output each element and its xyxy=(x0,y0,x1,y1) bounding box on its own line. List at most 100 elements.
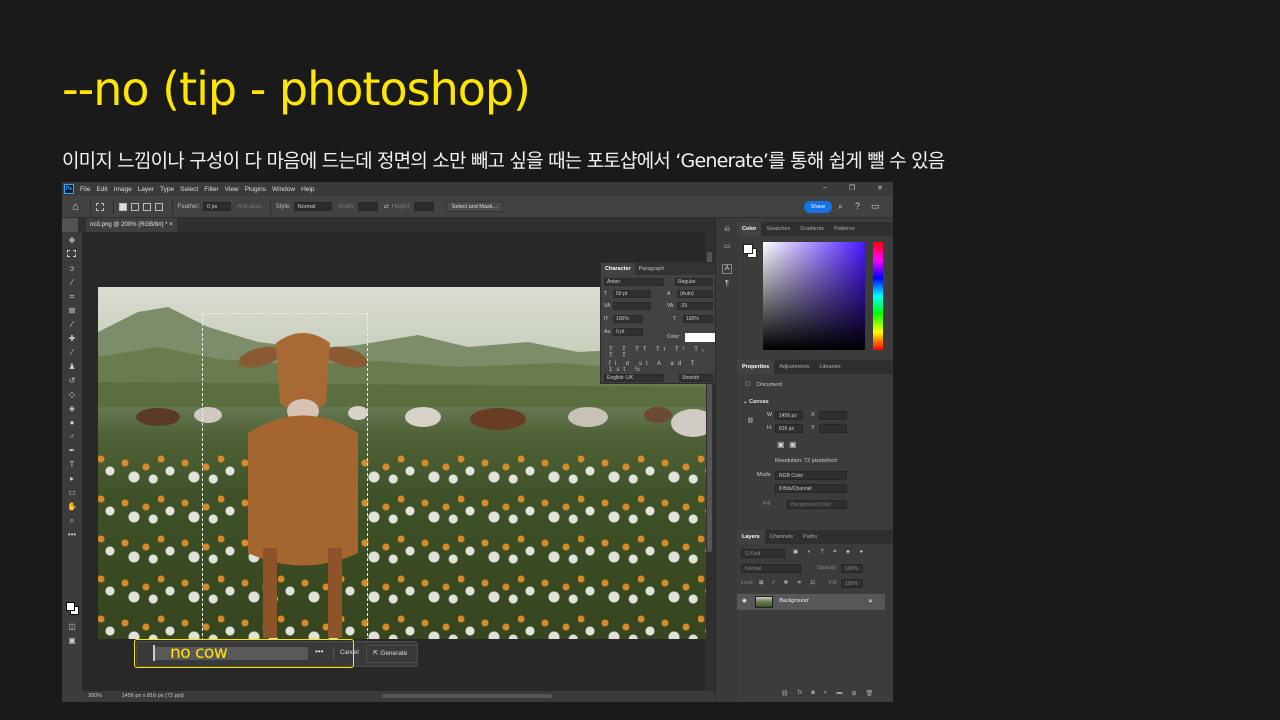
horizontal-scale-input[interactable]: 100% xyxy=(683,315,713,323)
subtract-selection-icon[interactable] xyxy=(142,202,151,211)
paint-bucket-tool-icon[interactable]: ◈ xyxy=(67,404,77,413)
tracking-input[interactable]: -25 xyxy=(677,302,713,310)
menu-help[interactable]: Help xyxy=(301,186,314,193)
vertical-scale-input[interactable]: 100% xyxy=(613,315,643,323)
foreground-color-swatch[interactable] xyxy=(66,602,75,611)
menu-filter[interactable]: Filter xyxy=(204,186,218,193)
move-tool-icon[interactable]: ✥ xyxy=(67,236,77,245)
dodge-tool-icon[interactable]: ♂ xyxy=(67,432,77,441)
history-brush-tool-icon[interactable]: ↺ xyxy=(67,376,77,385)
crop-tool-icon[interactable]: ⌗ xyxy=(67,292,77,301)
tab-layers[interactable]: Layers xyxy=(737,530,765,544)
opentype-buttons[interactable]: fi σ st A ad T 1st ½ xyxy=(609,361,715,373)
tab-color[interactable]: Color xyxy=(737,222,762,236)
share-button[interactable]: Share xyxy=(804,201,832,213)
tab-libraries[interactable]: Libraries xyxy=(814,360,845,374)
quick-mask-icon[interactable]: ◫ xyxy=(67,622,77,631)
zoom-level[interactable]: 200% xyxy=(88,693,102,699)
comments-icon[interactable]: ▭ xyxy=(722,242,732,252)
layer-filter-select[interactable]: Q Kind xyxy=(741,549,785,558)
marquee-tool-icon[interactable] xyxy=(67,250,76,257)
home-icon[interactable]: ⌂ xyxy=(72,201,79,213)
menu-window[interactable]: Window xyxy=(272,186,295,193)
lasso-tool-icon[interactable]: ↄ xyxy=(67,264,77,273)
tab-gradients[interactable]: Gradients xyxy=(795,222,829,236)
menu-type[interactable]: Type xyxy=(160,186,174,193)
canvas-height-input[interactable]: 816 px xyxy=(775,424,803,433)
add-selection-icon[interactable] xyxy=(130,202,139,211)
leading-input[interactable]: (Auto) xyxy=(677,290,713,298)
style-select[interactable]: Normal xyxy=(293,202,332,211)
tab-channels[interactable]: Channels xyxy=(765,530,798,544)
layer-row[interactable]: ◉ Background 🔒︎ xyxy=(737,594,885,610)
link-icon[interactable]: ⛓ xyxy=(747,418,754,424)
type-tool-icon[interactable]: T xyxy=(67,460,77,469)
menu-layer[interactable]: Layer xyxy=(138,186,154,193)
menu-plugins[interactable]: Plugins xyxy=(245,186,266,193)
tab-document[interactable]: no3.png @ 200% (RGB/8#) * × xyxy=(86,218,177,232)
blend-mode-select[interactable]: Normal xyxy=(741,564,801,573)
type-style-buttons[interactable]: T T TT Tr T¹ T₁ T T xyxy=(609,347,715,359)
add-mask-icon[interactable]: ◙ xyxy=(811,690,815,697)
swap-icon[interactable]: ⇄ xyxy=(384,203,389,210)
menu-select[interactable]: Select xyxy=(180,186,198,193)
color-picker-field[interactable] xyxy=(763,242,865,350)
canvas-x-input[interactable] xyxy=(819,411,847,420)
select-and-mask-button[interactable]: Select and Mask... xyxy=(445,201,504,212)
adjustment-layer-icon[interactable]: ◐ xyxy=(824,690,828,697)
canvas-y-input[interactable] xyxy=(819,424,847,433)
layer-filter-icons[interactable]: ▣ ◐ T ⌗ ◈ ● xyxy=(793,549,867,556)
menu-file[interactable]: File xyxy=(80,186,90,193)
antialias-checkbox[interactable]: Anti-alias xyxy=(237,204,262,210)
history-icon[interactable]: ⎌ xyxy=(722,226,732,236)
eyedropper-tool-icon[interactable]: ⁄ xyxy=(67,320,77,329)
lock-icons[interactable]: ⊠ ⁄ ✥ ⌗ ⊡ xyxy=(759,580,819,587)
tab-character[interactable]: Character xyxy=(601,263,635,275)
visibility-eye-icon[interactable]: ◉ xyxy=(742,598,747,604)
pen-tool-icon[interactable]: ✒ xyxy=(67,446,77,455)
tab-properties[interactable]: Properties xyxy=(737,360,775,374)
color-mode-select[interactable]: RGB Color xyxy=(775,471,847,480)
fill-opacity-input[interactable]: 100% xyxy=(841,579,863,588)
path-select-tool-icon[interactable]: ▸ xyxy=(67,474,77,483)
font-style-select[interactable]: Regular xyxy=(675,278,713,286)
layer-name[interactable]: Background xyxy=(779,598,808,604)
layer-style-icon[interactable]: fx xyxy=(798,690,803,697)
menu-image[interactable]: Image xyxy=(114,186,132,193)
marquee-preset-icon[interactable] xyxy=(95,202,104,211)
link-layers-icon[interactable]: ⛓ xyxy=(781,690,789,697)
text-color-swatch[interactable] xyxy=(685,333,715,342)
new-group-icon[interactable]: ▬ xyxy=(837,690,843,697)
canvas-width-input[interactable]: 1456 px xyxy=(775,411,803,420)
blur-tool-icon[interactable]: ● xyxy=(67,418,77,427)
intersect-selection-icon[interactable] xyxy=(154,202,163,211)
new-layer-icon[interactable]: ⊞ xyxy=(852,690,857,697)
selection-marquee[interactable] xyxy=(202,313,368,639)
layer-lock-icon[interactable]: 🔒︎ xyxy=(869,598,872,605)
restore-button[interactable]: ❐ xyxy=(849,184,855,192)
antialias-select[interactable]: Smooth xyxy=(679,374,713,382)
brush-tool-icon[interactable]: ⁄ xyxy=(67,348,77,357)
screen-mode-icon[interactable]: ▣ xyxy=(67,636,77,645)
opacity-input[interactable]: 100% xyxy=(841,564,863,573)
more-tools-icon[interactable]: ••• xyxy=(67,530,77,539)
height-input[interactable] xyxy=(413,202,434,211)
delete-layer-icon[interactable]: 🗑︎ xyxy=(866,690,874,697)
character-panel-icon[interactable]: A xyxy=(722,264,732,274)
minimize-button[interactable]: – xyxy=(823,184,827,192)
menu-view[interactable]: View xyxy=(225,186,239,193)
tab-paragraph[interactable]: Paragraph xyxy=(635,263,669,275)
width-input[interactable] xyxy=(357,202,378,211)
magic-wand-tool-icon[interactable]: ⁄ xyxy=(67,278,77,287)
paragraph-panel-icon[interactable]: ¶ xyxy=(722,280,732,290)
kerning-input[interactable] xyxy=(613,302,651,310)
font-size-input[interactable]: 50 pt xyxy=(613,290,651,298)
frame-tool-icon[interactable]: ⊠ xyxy=(67,306,77,315)
color-foreground-swatch[interactable] xyxy=(743,244,753,254)
landscape-orientation-icon[interactable]: ▣ xyxy=(789,440,797,449)
bit-depth-select[interactable]: 8 Bits/Channel xyxy=(775,484,847,493)
tab-adjustments[interactable]: Adjustments xyxy=(774,360,814,374)
hand-tool-icon[interactable]: ✋ xyxy=(67,502,77,511)
menu-edit[interactable]: Edit xyxy=(96,186,107,193)
help-icon[interactable]: ? xyxy=(855,201,860,211)
